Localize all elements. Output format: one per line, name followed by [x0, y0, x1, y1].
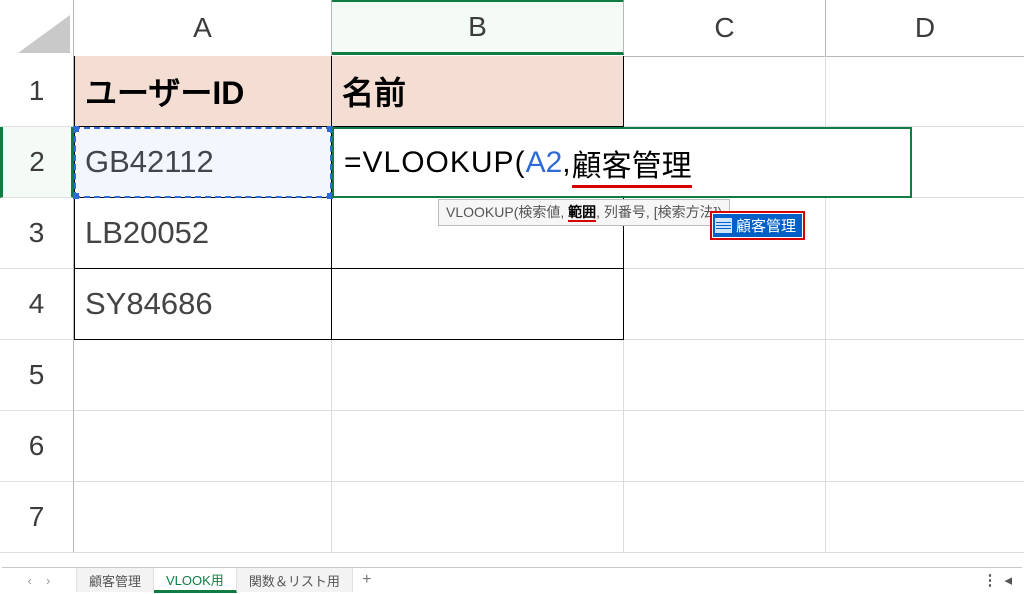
row-7: [74, 482, 1024, 553]
row-1: ユーザーID 名前: [74, 56, 1024, 127]
row-head-4[interactable]: 4: [0, 269, 74, 340]
row-head-5[interactable]: 5: [0, 340, 74, 411]
tab-overflow-icon[interactable]: ⋮: [982, 571, 994, 589]
sheet-tab-1[interactable]: 顧客管理: [77, 568, 154, 592]
sheet-tab-3[interactable]: 関数＆リスト用: [237, 568, 353, 592]
cell-D1[interactable]: [826, 56, 1024, 127]
unknown-name-underline: [572, 185, 692, 188]
cell-B5[interactable]: [332, 340, 624, 411]
row-head-3[interactable]: 3: [0, 198, 74, 269]
row-headers: 1 2 3 4 5 6 7: [0, 56, 74, 553]
cell-D6[interactable]: [826, 411, 1024, 482]
cell-A5[interactable]: [74, 340, 332, 411]
cell-C6[interactable]: [624, 411, 826, 482]
cell-A7[interactable]: [74, 482, 332, 553]
col-head-D[interactable]: D: [826, 0, 1024, 56]
cell-A2[interactable]: GB42112: [74, 127, 332, 198]
sheet-tab-bar: ‹ › 顧客管理 VLOOK用 関数＆リスト用 + ⋮ ◂: [2, 567, 1022, 592]
fn-tip-arg1: 検索値: [518, 204, 560, 220]
row-head-1[interactable]: 1: [0, 56, 74, 127]
cell-A1[interactable]: ユーザーID: [74, 56, 332, 127]
cell-B7[interactable]: [332, 482, 624, 553]
tab-resize-icon[interactable]: ◂: [1004, 571, 1012, 589]
row-4: SY84686: [74, 269, 1024, 340]
cell-D4[interactable]: [826, 269, 1024, 340]
cell-C7[interactable]: [624, 482, 826, 553]
fn-tip-arg2: 範囲: [568, 204, 596, 222]
fn-tip-arg3: 列番号: [604, 204, 646, 220]
grid: ユーザーID 名前 GB42112 LB20052 SY84686: [74, 56, 1024, 553]
cell-C1[interactable]: [624, 56, 826, 127]
sheet-nav-prev[interactable]: ‹: [28, 573, 32, 588]
row-head-6[interactable]: 6: [0, 411, 74, 482]
suggestion-label: 顧客管理: [736, 215, 796, 236]
row-5: [74, 340, 1024, 411]
column-headers: A B C D: [0, 0, 1024, 57]
cell-D5[interactable]: [826, 340, 1024, 411]
cell-B6[interactable]: [332, 411, 624, 482]
table-icon: [715, 218, 732, 233]
formula-name: 顧客管理: [572, 141, 692, 185]
fn-tip-name: VLOOKUP(: [446, 204, 518, 220]
formula-prefix: =VLOOKUP(: [344, 146, 526, 180]
row-head-7[interactable]: 7: [0, 482, 74, 553]
cell-B2-editing[interactable]: =VLOOKUP( A2 , 顧客管理: [332, 127, 912, 198]
cell-B4[interactable]: [332, 269, 624, 340]
select-all-corner[interactable]: [0, 0, 74, 56]
col-head-A[interactable]: A: [74, 0, 332, 56]
cell-C4[interactable]: [624, 269, 826, 340]
row-head-2[interactable]: 2: [0, 127, 74, 198]
row-6: [74, 411, 1024, 482]
sheet-tab-2[interactable]: VLOOK用: [154, 568, 237, 593]
cell-B1[interactable]: 名前: [332, 56, 624, 127]
formula-ref: A2: [526, 146, 563, 180]
cell-A4[interactable]: SY84686: [74, 269, 332, 340]
formula-name-text: 顧客管理: [572, 150, 692, 183]
name-suggestion[interactable]: 顧客管理: [710, 211, 805, 240]
cell-C5[interactable]: [624, 340, 826, 411]
cell-A6[interactable]: [74, 411, 332, 482]
cell-D7[interactable]: [826, 482, 1024, 553]
cell-D3[interactable]: [826, 198, 1024, 269]
sheet-nav-next[interactable]: ›: [46, 573, 50, 588]
formula-sep: ,: [562, 146, 571, 180]
sheet-add-button[interactable]: +: [353, 568, 381, 592]
select-all-icon: [18, 15, 70, 53]
sheet-nav: ‹ ›: [2, 568, 77, 592]
col-head-C[interactable]: C: [624, 0, 826, 56]
function-tooltip: VLOOKUP(検索値, 範囲, 列番号, [検索方法]): [438, 199, 730, 226]
fn-tip-arg4: [検索方法]: [654, 204, 718, 220]
col-head-B[interactable]: B: [332, 0, 624, 55]
cell-A3[interactable]: LB20052: [74, 198, 332, 269]
